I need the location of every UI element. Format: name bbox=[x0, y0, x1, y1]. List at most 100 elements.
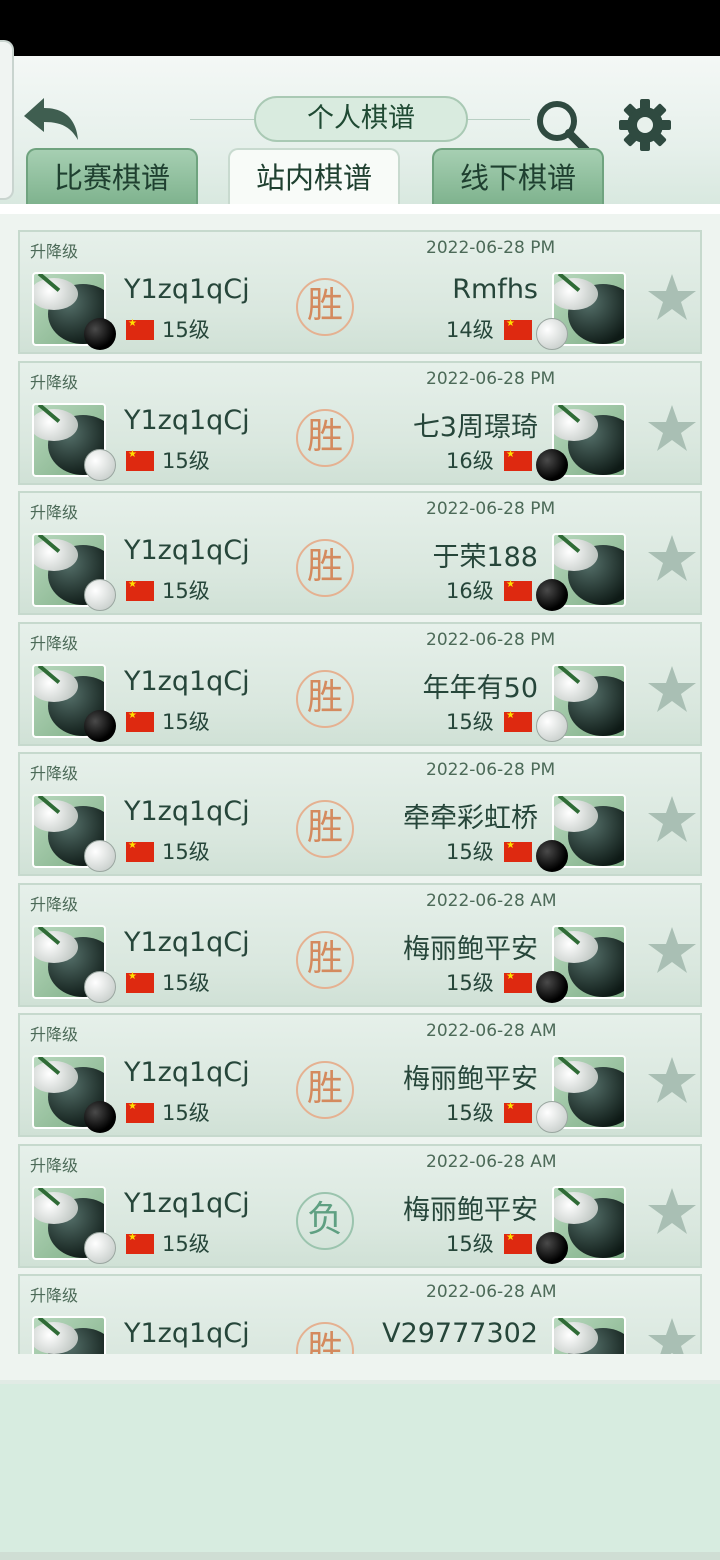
player-left-level: 15级 bbox=[162, 840, 210, 864]
favorite-star-icon[interactable] bbox=[646, 1186, 698, 1236]
side-drawer-handle[interactable] bbox=[0, 40, 14, 200]
favorite-star-icon[interactable] bbox=[646, 664, 698, 714]
player-right-level: 15级 bbox=[446, 840, 494, 864]
player-right-avatar[interactable] bbox=[552, 1316, 626, 1354]
favorite-star-icon[interactable] bbox=[646, 925, 698, 975]
favorite-star-icon[interactable] bbox=[646, 794, 698, 844]
game-record-row[interactable]: 升降级2022-06-28 AMY1zq1qCj15级胜V2977730215级 bbox=[18, 1274, 702, 1354]
game-date: 2022-06-28 PM bbox=[426, 630, 556, 650]
favorite-star-icon[interactable] bbox=[646, 272, 698, 322]
bottom-strip bbox=[0, 1552, 720, 1560]
favorite-star-icon[interactable] bbox=[646, 533, 698, 583]
game-category: 升降级 bbox=[30, 1156, 79, 1175]
favorite-star-icon[interactable] bbox=[646, 403, 698, 453]
player-right-level: 15级 bbox=[446, 1232, 494, 1256]
game-result-badge: 胜 bbox=[296, 539, 354, 597]
back-arrow-icon[interactable] bbox=[20, 94, 82, 146]
player-right-stone-color bbox=[536, 971, 568, 1003]
china-flag-icon bbox=[504, 1232, 532, 1254]
tab-site-records[interactable]: 站内棋谱 bbox=[228, 148, 400, 204]
china-flag-icon bbox=[504, 840, 532, 862]
game-record-row[interactable]: 升降级 2022-06-28 PM Y1zq1qCj 15级 胜 于荣188 16级 bbox=[18, 491, 702, 615]
gear-icon[interactable] bbox=[618, 98, 672, 152]
search-icon[interactable] bbox=[534, 98, 590, 154]
china-flag-icon bbox=[126, 1232, 154, 1254]
game-category: 升降级 bbox=[30, 1025, 79, 1044]
game-date: 2022-06-28 AM bbox=[426, 1021, 557, 1041]
player-right-stone-color bbox=[536, 579, 568, 611]
player-left-level: 15级 bbox=[162, 318, 210, 342]
player-right-name: Rmfhs bbox=[452, 274, 538, 305]
favorite-star-icon[interactable] bbox=[646, 1055, 698, 1105]
game-result-badge: 胜 bbox=[296, 1322, 354, 1354]
player-right-level: 16级 bbox=[446, 449, 494, 473]
tab-match-records[interactable]: 比赛棋谱 bbox=[26, 148, 198, 204]
favorite-star-icon[interactable] bbox=[646, 1316, 698, 1354]
game-result-badge: 胜 bbox=[296, 800, 354, 858]
player-right-name: 年年有50 bbox=[422, 673, 538, 704]
player-left-name: Y1zq1qCj bbox=[124, 1318, 250, 1349]
game-date: 2022-06-28 AM bbox=[426, 891, 557, 911]
china-flag-icon bbox=[126, 710, 154, 732]
player-left-stone-color bbox=[84, 579, 116, 611]
china-flag-icon bbox=[504, 318, 532, 340]
player-left-stone-color bbox=[84, 710, 116, 742]
china-flag-icon bbox=[126, 579, 154, 601]
player-left-level: 15级 bbox=[162, 1101, 210, 1125]
player-right-stone-color bbox=[536, 1232, 568, 1264]
player-right-level: 16级 bbox=[446, 579, 494, 603]
game-record-row[interactable]: 升降级 2022-06-28 AM Y1zq1qCj 15级 胜 梅丽鲍平安 15级 bbox=[18, 1013, 702, 1137]
player-left-name: Y1zq1qCj bbox=[124, 796, 250, 827]
game-date: 2022-06-28 PM bbox=[426, 369, 556, 389]
game-record-row[interactable]: 升降级 2022-06-28 AM Y1zq1qCj 15级 负 梅丽鲍平安 15级 bbox=[18, 1144, 702, 1268]
player-left-name: Y1zq1qCj bbox=[124, 1057, 250, 1088]
game-date: 2022-06-28 AM bbox=[426, 1152, 557, 1172]
china-flag-icon bbox=[504, 1101, 532, 1123]
game-record-row[interactable]: 升降级 2022-06-28 PM Y1zq1qCj 15级 胜 Rmfhs 14级 bbox=[18, 230, 702, 354]
player-left-stone-color bbox=[84, 1101, 116, 1133]
game-record-list[interactable]: 升降级2022-06-28 PMY1zq1qCj15级胜Rmfhs14级升降级2… bbox=[18, 230, 702, 1354]
player-right-name: 梅丽鲍平安 bbox=[403, 934, 538, 965]
player-left-avatar[interactable] bbox=[32, 1316, 106, 1354]
game-date: 2022-06-28 PM bbox=[426, 499, 556, 519]
player-right-stone-color bbox=[536, 318, 568, 350]
player-right-name: 七3周璟琦 bbox=[412, 412, 538, 443]
game-category: 升降级 bbox=[30, 373, 79, 392]
tab-offline-records[interactable]: 线下棋谱 bbox=[432, 148, 604, 204]
game-record-row[interactable]: 升降级 2022-06-28 PM Y1zq1qCj 15级 胜 七3周璟琦 16级 bbox=[18, 361, 702, 485]
game-date: 2022-06-28 PM bbox=[426, 760, 556, 780]
player-left-name: Y1zq1qCj bbox=[124, 274, 250, 305]
player-right-level: 14级 bbox=[446, 318, 494, 342]
page-title: 个人棋谱 bbox=[254, 96, 468, 142]
game-record-row[interactable]: 升降级 2022-06-28 PM Y1zq1qCj 15级 胜 年年有50 15级 bbox=[18, 622, 702, 746]
player-right-level: 15级 bbox=[446, 710, 494, 734]
china-flag-icon bbox=[504, 449, 532, 471]
game-category: 升降级 bbox=[30, 242, 79, 261]
game-result-badge: 胜 bbox=[296, 670, 354, 728]
player-left-level: 15级 bbox=[162, 1232, 210, 1256]
china-flag-icon bbox=[504, 971, 532, 993]
game-result-badge: 胜 bbox=[296, 1061, 354, 1119]
game-record-row[interactable]: 升降级 2022-06-28 AM Y1zq1qCj 15级 胜 梅丽鲍平安 15级 bbox=[18, 883, 702, 1007]
game-category: 升降级 bbox=[30, 503, 79, 522]
game-category: 升降级 bbox=[30, 634, 79, 653]
china-flag-icon bbox=[126, 449, 154, 471]
player-right-name: 于荣188 bbox=[432, 542, 538, 573]
player-right-level: 15级 bbox=[446, 971, 494, 995]
game-result-badge: 负 bbox=[296, 1192, 354, 1250]
player-right-name: 梅丽鲍平安 bbox=[403, 1064, 538, 1095]
player-right-stone-color bbox=[536, 710, 568, 742]
player-left-name: Y1zq1qCj bbox=[124, 535, 250, 566]
game-date: 2022-06-28 AM bbox=[426, 1282, 557, 1302]
player-left-stone-color bbox=[84, 449, 116, 481]
player-right-stone-color bbox=[536, 840, 568, 872]
china-flag-icon bbox=[504, 579, 532, 601]
player-left-stone-color bbox=[84, 971, 116, 1003]
player-left-stone-color bbox=[84, 840, 116, 872]
player-left-name: Y1zq1qCj bbox=[124, 666, 250, 697]
player-right-name: 梅丽鲍平安 bbox=[403, 1195, 538, 1226]
game-record-row[interactable]: 升降级 2022-06-28 PM Y1zq1qCj 15级 胜 牵牵彩虹桥 15级 bbox=[18, 752, 702, 876]
status-bar bbox=[0, 0, 720, 56]
player-left-level: 15级 bbox=[162, 449, 210, 473]
player-left-name: Y1zq1qCj bbox=[124, 1188, 250, 1219]
